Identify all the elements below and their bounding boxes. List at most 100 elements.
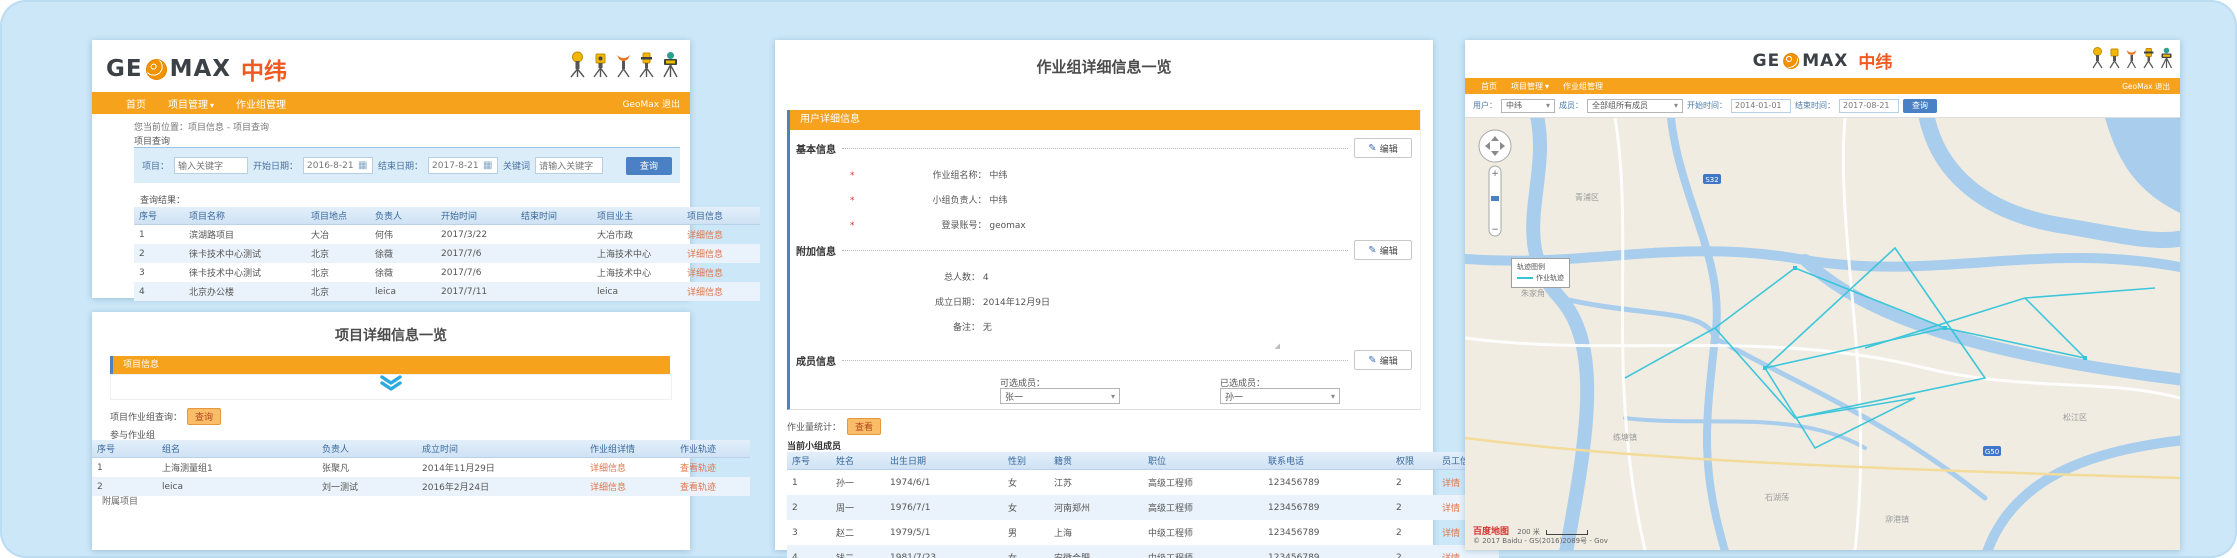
user-detail-box: 用户详细信息 基本信息 ✎编辑 *作业组名称： 中纬 *小组负责人： 中纬 *登… [787,110,1421,410]
calendar-icon[interactable]: ▦ [358,160,369,171]
table-cell: 1 [134,225,184,245]
table-cell: 高级工程师 [1143,495,1263,520]
column-header: 项目地点 [306,207,370,225]
start-time-input[interactable]: 2014-01-01 [1731,99,1791,113]
keyword-input[interactable] [535,157,603,174]
collapse-area[interactable] [110,374,672,400]
end-time-input[interactable]: 2017-08-21 [1839,99,1899,113]
total-members-value: 4 [983,273,989,283]
members-info-section: 成员信息 ✎编辑 [796,350,1412,370]
nav-item-project[interactable]: 项目管理▾ [168,96,214,111]
level-icon [2159,47,2174,69]
instrument-icons [569,51,680,78]
track-legend[interactable]: 轨迹图例 作业轨迹 [1511,258,1570,288]
table-cell: 1 [787,470,831,496]
detail-link[interactable]: 查看轨迹 [680,483,716,493]
table-cell: 北京 [306,263,370,282]
search-button[interactable]: 查询 [626,157,672,175]
map-canvas[interactable]: 青浦区 朱家角 练塘镇 石湖荡 松江区 泖港镇 S32 G50 [1465,118,2180,550]
edit-extra-button[interactable]: ✎编辑 [1354,240,1412,260]
table-cell: 4 [134,282,184,301]
nav-item-project[interactable]: 项目管理▾ [1511,81,1549,92]
workgroup-query-button[interactable]: 查询 [187,408,221,425]
column-header: 性别 [1003,452,1049,470]
svg-text:−: − [1491,225,1499,235]
chevron-double-down-icon[interactable] [378,375,404,391]
nav-user-logout[interactable]: GeoMax 退出 [623,97,681,110]
project-keyword-input[interactable] [174,157,248,174]
nav-user-logout[interactable]: GeoMax 退出 [2122,81,2170,92]
svg-text:+: + [1491,169,1499,179]
table-cell: 2017/7/6 [436,244,516,263]
table-cell: 2 [1391,520,1437,545]
detail-link[interactable]: 详细信息 [687,250,723,260]
login-account-label: 登录账号： [857,218,987,231]
table-cell: 刘一测试 [317,477,417,496]
detail-link[interactable]: 详细信息 [687,231,723,241]
resize-handle[interactable]: ◢ [1275,342,1280,350]
pencil-icon: ✎ [1368,143,1376,154]
table-cell: 徐薇 [370,244,436,263]
selectable-members-select[interactable]: 张一▾ [1000,388,1120,404]
table-cell: 2 [1391,545,1437,558]
member-select[interactable]: 全部组所有成员▾ [1587,99,1683,113]
end-date-input[interactable]: 2017-8-21▦ [428,157,498,174]
logo-text-cn: 中纬 [241,52,287,86]
map-label: 泖港镇 [1885,514,1909,524]
project-detail-panel: 项目详细信息一览 项目信息 项目作业组查询： 查询 参与作业组 序号组名负责人成… [92,312,690,550]
nav-item-home[interactable]: 首页 [126,96,146,111]
map-zoom-slider[interactable]: + − [1489,166,1501,236]
detail-link[interactable]: 详细信息 [590,483,626,493]
nav-item-workgroup[interactable]: 作业组管理 [1563,81,1603,92]
table-row: 4钱二1981/7/23女安徽合肥中级工程师1234567892详情 [787,545,1499,558]
table-cell: 4 [787,545,831,558]
column-header: 籍贯 [1049,452,1143,470]
query-form: 项目： 开始日期： 2016-8-21▦ 结束日期： 2017-8-21▦ 关键… [134,147,680,183]
edit-basic-button[interactable]: ✎编辑 [1354,138,1412,158]
detail-link[interactable]: 详情 [1442,479,1460,489]
total-station-icon [2108,47,2121,69]
extra-info-section: 附加信息 ✎编辑 [796,240,1412,260]
track-search-button[interactable]: 查询 [1903,99,1937,113]
nav-item-home[interactable]: 首页 [1481,81,1497,92]
detail-link[interactable]: 详细信息 [590,464,626,474]
table-row: 2周一1976/7/1女河南郑州高级工程师1234567892详情 [787,495,1499,520]
detail-link[interactable]: 详情 [1442,504,1460,514]
table-cell: 123456789 [1263,520,1391,545]
map-footer: 百度地图 200 米 © 2017 Baidu - GS(2016)2089号 … [1473,528,1608,546]
table-cell: 1976/7/1 [885,495,1003,520]
column-header: 作业轨迹 [675,440,750,458]
user-select[interactable]: 中纬▾ [1501,99,1555,113]
table-cell: 安徽合肥 [1049,545,1143,558]
nav-item-workgroup[interactable]: 作业组管理 [236,96,286,111]
table-cell: leica [370,282,436,301]
map-pan-control[interactable] [1479,130,1511,162]
workload-view-button[interactable]: 查看 [847,418,881,435]
detail-link[interactable]: 详情 [1442,529,1460,539]
table-row: 2leica刘一测试2016年2月24日详细信息查看轨迹 [92,477,750,496]
detail-link[interactable]: 详情 [1442,554,1460,558]
detail-link[interactable]: 详细信息 [687,288,723,298]
start-date-input[interactable]: 2016-8-21▦ [303,157,373,174]
detail-link[interactable]: 查看轨迹 [680,464,716,474]
project-field-label: 项目： [142,159,169,172]
table-cell: 女 [1003,470,1049,496]
map-scale-text: 200 米 [1517,528,1540,536]
table-cell: leica [592,282,682,301]
calendar-icon[interactable]: ▦ [483,160,494,171]
column-header: 序号 [92,440,157,458]
table-cell: 北京 [306,282,370,301]
detail-link[interactable]: 详细信息 [687,269,723,279]
table-cell [516,282,592,301]
map-copyright: © 2017 Baidu - GS(2016)2089号 - Gov [1473,537,1608,546]
table-cell: 滨湖路项目 [184,225,306,245]
globe-icon [1783,53,1799,69]
user-label: 用户： [1473,100,1497,111]
edit-members-button[interactable]: ✎编辑 [1354,350,1412,370]
chevron-down-icon: ▾ [1331,392,1335,401]
table-row: 2徕卡技术中心测试北京徐薇2017/7/6上海技术中心详细信息 [134,244,760,263]
gnss-receiver-icon [569,51,586,78]
keyword-label: 关键词 [503,159,530,172]
selected-members-select[interactable]: 孙一▾ [1220,388,1340,404]
table-cell: 上海测量组1 [157,458,317,478]
